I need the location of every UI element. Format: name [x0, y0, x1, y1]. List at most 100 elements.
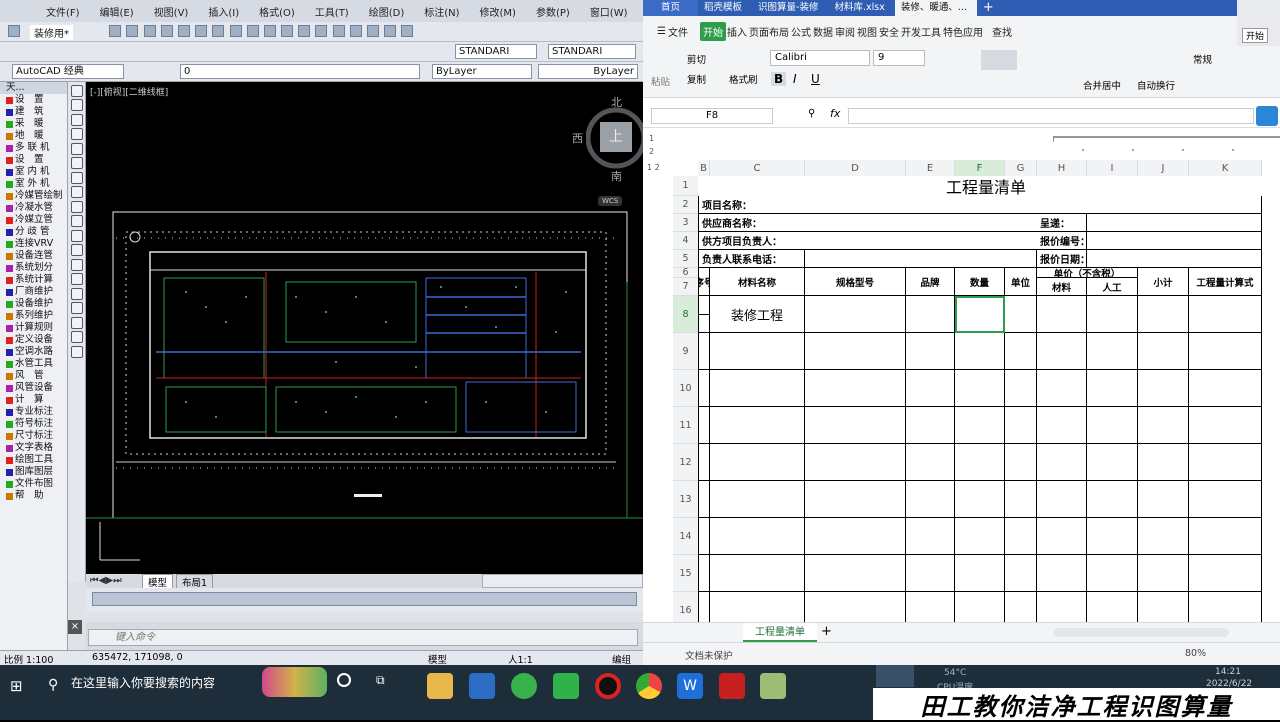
data-cell[interactable] — [1138, 444, 1189, 481]
row-header[interactable]: 1 — [673, 176, 698, 196]
data-cell[interactable] — [906, 333, 955, 370]
side-menu-item[interactable]: 冷媒立管 — [0, 214, 67, 226]
row-header[interactable]: 10 — [673, 370, 698, 407]
data-cell[interactable] — [1087, 444, 1138, 481]
text-style-select[interactable]: STANDARI — [455, 44, 537, 59]
merge-center-button[interactable]: 合并居中 — [1083, 78, 1121, 92]
ellipse-arc-tool-icon[interactable] — [71, 229, 83, 242]
side-menu-item[interactable]: 室 内 机 — [0, 166, 67, 178]
row-header[interactable]: 12 — [673, 444, 698, 481]
side-menu-item[interactable]: 文字表格 — [0, 442, 67, 454]
selected-cell-f8[interactable] — [955, 296, 1005, 333]
side-menu-item[interactable]: 绘图工具 — [0, 454, 67, 466]
side-menu-item[interactable]: 设 置 — [0, 154, 67, 166]
wechat-icon[interactable] — [553, 673, 579, 699]
data-cell[interactable] — [1005, 555, 1037, 592]
column-header[interactable]: G — [1005, 160, 1037, 176]
zoom-window-icon[interactable] — [332, 25, 345, 37]
group-level-2[interactable]: 2 — [649, 147, 654, 156]
publish-icon[interactable] — [177, 25, 190, 37]
open-icon[interactable] — [109, 25, 122, 37]
store-icon[interactable] — [469, 673, 495, 699]
menu-insert[interactable]: 插入 — [726, 24, 748, 39]
data-cell[interactable] — [698, 518, 710, 555]
contact-phone-cell[interactable]: 负责人联系电话： — [698, 250, 805, 268]
side-menu-item[interactable]: 定义设备 — [0, 334, 67, 346]
data-cell[interactable] — [1087, 407, 1138, 444]
edit-group-button[interactable]: 编组 — [612, 652, 631, 666]
copy-button[interactable]: 复制 — [687, 72, 706, 86]
quote-number-label-cell[interactable]: 报价编号： — [1037, 232, 1087, 250]
side-menu-item[interactable]: 专业标注 — [0, 406, 67, 418]
data-cell[interactable] — [1005, 333, 1037, 370]
row8-no-cell[interactable]: 一 — [698, 296, 710, 333]
menu-developer[interactable]: 开发工具 — [900, 24, 942, 39]
data-cell[interactable] — [906, 407, 955, 444]
data-cell[interactable] — [710, 407, 805, 444]
row8-name-cell[interactable]: 装修工程 — [710, 296, 805, 333]
side-menu-item[interactable]: 设 置 — [0, 94, 67, 106]
data-cell[interactable] — [1189, 518, 1262, 555]
format-painter-button[interactable]: 格式刷 — [729, 72, 758, 86]
side-menu-item[interactable]: 尺寸标注 — [0, 430, 67, 442]
font-size-select[interactable]: 9 — [873, 50, 925, 66]
data-cell[interactable] — [1037, 555, 1087, 592]
side-menu-item[interactable]: 水管工具 — [0, 358, 67, 370]
ellipse-tool-icon[interactable] — [71, 215, 83, 227]
data-cell[interactable] — [906, 555, 955, 592]
menu-review[interactable]: 审阅 — [834, 24, 856, 39]
header-brand-cell[interactable]: 品牌 — [906, 268, 955, 296]
header-formula-cell[interactable]: 工程量计算式 — [1189, 268, 1262, 296]
data-cell[interactable] — [1087, 555, 1138, 592]
side-menu-item[interactable]: 计算规则 — [0, 322, 67, 334]
side-menu-item[interactable]: 地 暖 — [0, 130, 67, 142]
line-tool-icon[interactable] — [71, 84, 83, 97]
data-cell[interactable] — [805, 370, 906, 407]
underline-icon[interactable]: U — [811, 72, 820, 86]
data-cell[interactable] — [1037, 407, 1087, 444]
data-cell[interactable] — [1138, 555, 1189, 592]
tab-materials-xlsx[interactable]: 材料库.xlsx — [828, 0, 894, 16]
save-icon[interactable] — [126, 25, 139, 37]
data-cell[interactable] — [955, 444, 1005, 481]
worksheet-grid[interactable]: 1 2 1 2 BCDEFGHIJK 1 2 3 4 5 6 7 8 9 10 11 12 13 14 15… — [643, 130, 1280, 629]
cad-menu-format[interactable]: 格式(O) — [249, 4, 305, 19]
header-unit-cell[interactable]: 单位 — [1005, 268, 1037, 296]
data-cell[interactable] — [710, 370, 805, 407]
data-cell[interactable] — [1005, 518, 1037, 555]
new-tab-icon[interactable]: + — [977, 0, 1004, 16]
chrome-icon[interactable] — [636, 673, 662, 699]
row-header[interactable]: 3 — [673, 214, 698, 232]
menu-page-layout[interactable]: 页面布局 — [748, 24, 790, 39]
data-cell[interactable] — [710, 518, 805, 555]
data-cell[interactable] — [710, 333, 805, 370]
data-cell[interactable] — [805, 444, 906, 481]
header-no-cell[interactable]: 序号 — [698, 268, 710, 296]
data-cell[interactable] — [1037, 518, 1087, 555]
data-cell[interactable] — [955, 333, 1005, 370]
menu-icon[interactable]: ☰ — [643, 26, 667, 37]
color-select[interactable]: ByLayer — [432, 64, 532, 79]
side-menu-item[interactable]: 系统划分 — [0, 262, 67, 274]
group-level-1[interactable]: 1 — [649, 134, 654, 143]
row-group-levels[interactable]: 1 2 — [647, 163, 660, 172]
tab-home[interactable]: 首页 — [643, 0, 699, 16]
pan-icon[interactable] — [298, 25, 311, 37]
data-cell[interactable] — [1005, 370, 1037, 407]
quote-date-label-cell[interactable]: 报价日期： — [1037, 250, 1087, 268]
scale-indicator[interactable]: 比例 1:100 — [4, 652, 53, 666]
doc-protection-status[interactable]: 文档未保护 — [685, 648, 733, 662]
compass-north[interactable]: 北 — [611, 94, 622, 110]
clock-time[interactable]: 14:21 — [1215, 667, 1241, 677]
windows-start-icon[interactable]: ⊞ — [10, 677, 23, 695]
submit-value-cell[interactable] — [1087, 214, 1262, 232]
gradient-tool-icon[interactable] — [71, 302, 83, 314]
side-menu-item[interactable]: 帮 助 — [0, 490, 67, 502]
design-center-icon[interactable] — [384, 25, 397, 37]
data-cell[interactable] — [1037, 296, 1087, 333]
row-header[interactable]: 11 — [673, 407, 698, 444]
row-header[interactable]: 2 — [673, 196, 698, 214]
header-labor-cell[interactable]: 人工 — [1087, 278, 1138, 296]
header-material-cell[interactable]: 材料 — [1037, 278, 1087, 296]
cad-menu-edit[interactable]: 编辑(E) — [90, 4, 144, 19]
